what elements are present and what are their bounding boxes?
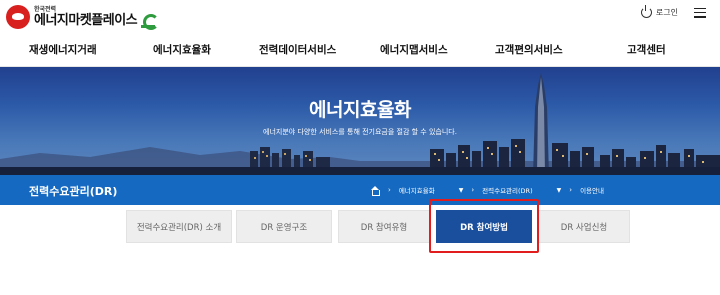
gnb-item-renewable-trade[interactable]: 재생에너지거래 (29, 42, 97, 57)
section-title: 전력수요관리(DR) (29, 185, 118, 198)
breadcrumb-level-1-label: 에너지효율화 (398, 187, 435, 195)
breadcrumb-level-1[interactable]: 에너지효율화 ▼ (398, 185, 464, 196)
breadcrumb-level-3[interactable]: 이용안내 (580, 185, 604, 195)
gnb-item-customer-service[interactable]: 고객편의서비스 (495, 42, 563, 57)
hamburger-menu-icon[interactable] (694, 7, 706, 18)
gnb-item-power-data[interactable]: 전력데이터서비스 (259, 42, 336, 57)
tab-dr-participation[interactable]: DR 참여방법 (436, 210, 532, 243)
power-icon (640, 5, 652, 18)
tab-dr-structure[interactable]: DR 운영구조 (236, 210, 332, 243)
hero-title: 에너지효율화 (309, 99, 411, 121)
tab-dr-application[interactable]: DR 사업신청 (538, 210, 630, 243)
site-logo[interactable]: 한국전력 에너지마켓플레이스 (6, 5, 160, 30)
gnb-item-customer-center[interactable]: 고객센터 (627, 42, 666, 57)
tab-dr-intro[interactable]: 전력수요관리(DR) 소개 (126, 210, 232, 243)
gnb-item-energy-map[interactable]: 에너지맵서비스 (380, 42, 448, 57)
login-button[interactable]: 로그인 (640, 5, 678, 18)
gnb-item-energy-efficiency[interactable]: 에너지효율화 (153, 42, 211, 57)
breadcrumb-level-2-label: 전력수요관리(DR) (482, 187, 533, 195)
site-header: 한국전력 에너지마켓플레이스 로그인 (0, 0, 720, 33)
chevron-right-icon: › (388, 186, 391, 194)
logo-text: 한국전력 에너지마켓플레이스 (34, 7, 138, 28)
breadcrumb: › 에너지효율화 ▼ › 전력수요관리(DR) ▼ › 이용안내 (370, 175, 604, 205)
hero-banner: 에너지효율화 에너지분야 다양한 서비스를 통해 전기요금을 절감 할 수 있습… (0, 67, 720, 175)
sub-navigation-bar: 전력수요관리(DR) › 에너지효율화 ▼ › 전력수요관리(DR) ▼ › 이… (0, 175, 720, 205)
hero-description: 에너지분야 다양한 서비스를 통해 전기요금을 절감 할 수 있습니다. (263, 128, 457, 136)
logo-main-text: 에너지마켓플레이스 (34, 13, 138, 28)
energy-emblem-icon (141, 13, 160, 30)
breadcrumb-level-3-label: 이용안내 (580, 187, 604, 195)
home-icon[interactable] (370, 185, 380, 196)
login-label: 로그인 (655, 8, 678, 17)
kepco-logo-icon (6, 5, 30, 29)
breadcrumb-level-2[interactable]: 전력수요관리(DR) ▼ (482, 185, 562, 196)
chevron-down-icon: ▼ (458, 186, 464, 194)
chevron-right-icon: › (471, 186, 475, 194)
global-navigation: 재생에너지거래 에너지효율화 전력데이터서비스 에너지맵서비스 고객편의서비스 … (0, 33, 720, 67)
chevron-down-icon: ▼ (556, 186, 562, 194)
utility-menu: 로그인 (640, 5, 706, 18)
chevron-right-icon: › (569, 186, 573, 194)
tab-dr-types[interactable]: DR 참여유형 (338, 210, 430, 243)
